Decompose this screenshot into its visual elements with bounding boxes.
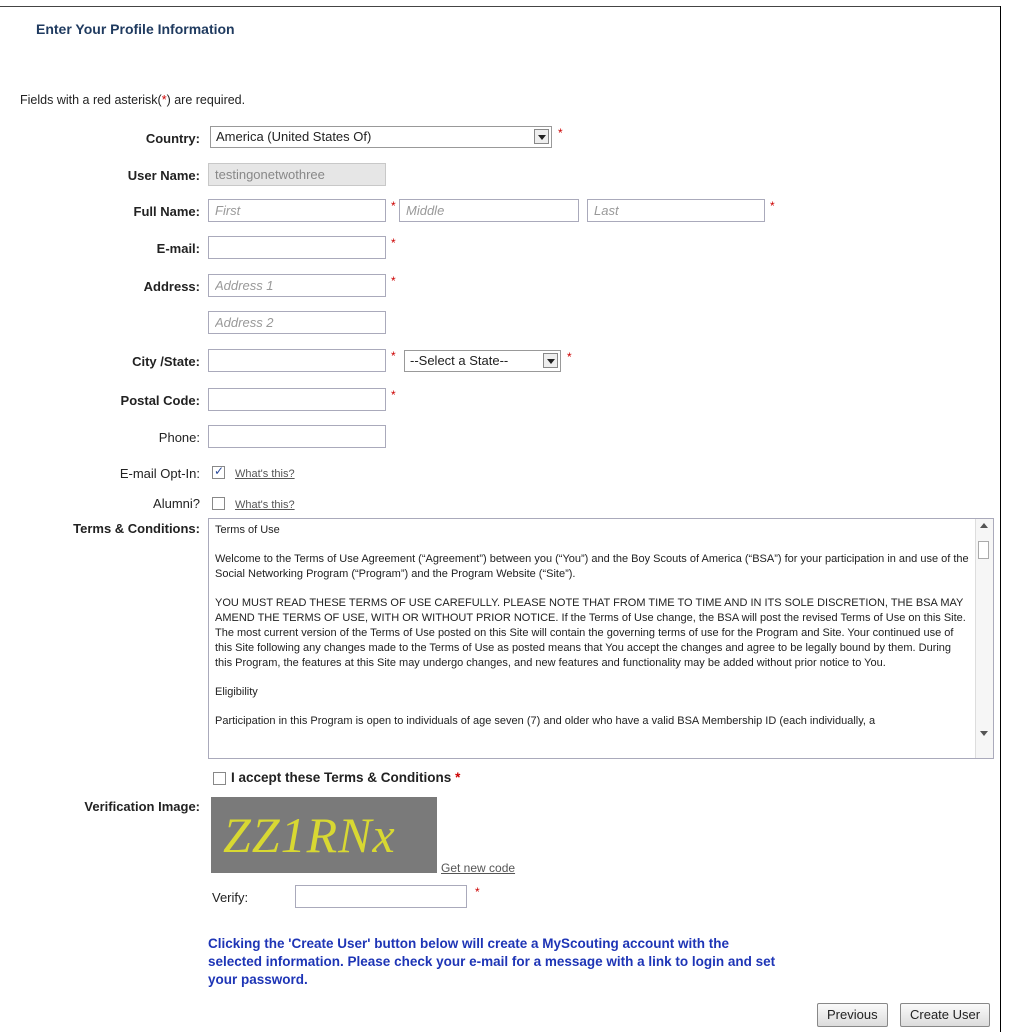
chevron-down-icon[interactable] <box>534 129 549 144</box>
create-user-message: Clicking the 'Create User' button below … <box>208 936 776 987</box>
required-star: * <box>455 770 461 785</box>
required-star: * <box>770 199 775 213</box>
email-label: E-mail: <box>156 241 200 256</box>
verification-label: Verification Image: <box>84 799 200 814</box>
required-note: Fields with a red asterisk(*) are requir… <box>20 93 245 107</box>
alumni-whats-this-link[interactable]: What's this? <box>235 499 295 511</box>
state-select[interactable]: --Select a State-- <box>404 350 561 372</box>
required-star: * <box>558 126 563 140</box>
scroll-down-icon[interactable] <box>980 731 988 736</box>
verify-label: Verify: <box>212 890 249 905</box>
country-select[interactable]: America (United States Of) <box>210 126 552 148</box>
page-title: Enter Your Profile Information <box>36 21 235 37</box>
postal-code-field[interactable] <box>208 388 386 411</box>
terms-label: Terms & Conditions: <box>73 521 200 536</box>
terms-paragraph: YOU MUST READ THESE TERMS OF USE CAREFUL… <box>215 597 966 669</box>
state-select-value: --Select a State-- <box>410 353 509 368</box>
city-field[interactable] <box>208 349 386 372</box>
required-star: * <box>567 350 572 364</box>
terms-paragraph: Welcome to the Terms of Use Agreement (“… <box>215 553 969 580</box>
city-state-label-text: City /State: <box>132 354 200 369</box>
create-user-button[interactable]: Create User <box>900 1003 991 1027</box>
alumni-label: Alumni? <box>153 496 200 511</box>
required-note-before: Fields with a red asterisk( <box>20 93 162 107</box>
required-star: * <box>391 199 396 213</box>
terms-paragraph: Participation in this Program is open to… <box>215 715 876 727</box>
required-star: * <box>391 349 396 363</box>
address1-field[interactable] <box>208 274 386 297</box>
terms-paragraph: Terms of Use <box>215 524 280 536</box>
get-new-code-link[interactable]: Get new code <box>441 861 515 875</box>
scroll-thumb[interactable] <box>978 541 989 559</box>
phone-field[interactable] <box>208 425 386 448</box>
accept-terms-text: I accept these Terms & Conditions <box>231 770 452 785</box>
verify-field[interactable] <box>295 885 467 908</box>
required-star: * <box>391 236 396 250</box>
username-label: User Name: <box>127 168 200 183</box>
accept-terms-label[interactable]: I accept these Terms & Conditions * <box>231 770 460 785</box>
terms-paragraph: Eligibility <box>215 686 258 698</box>
postal-label: Postal Code: <box>120 393 200 408</box>
captcha-image: ZZ1RNx <box>211 797 437 873</box>
required-star: * <box>391 274 396 288</box>
terms-text: Terms of Use Welcome to the Terms of Use… <box>215 523 970 743</box>
first-name-field[interactable] <box>208 199 386 222</box>
phone-label: Phone: <box>158 430 200 445</box>
country-select-value: America (United States Of) <box>216 129 372 144</box>
city-state-label: City /State: <box>0 354 200 369</box>
fullname-label: Full Name: <box>133 204 200 219</box>
last-name-field[interactable] <box>587 199 765 222</box>
address-label: Address: <box>143 279 200 294</box>
required-note-after: ) are required. <box>166 93 246 107</box>
required-star: * <box>475 885 480 899</box>
address2-field[interactable] <box>208 311 386 334</box>
terms-textarea[interactable]: Terms of Use Welcome to the Terms of Use… <box>208 518 994 759</box>
optin-label: E-mail Opt-In: <box>119 466 200 481</box>
middle-name-field[interactable] <box>399 199 579 222</box>
alumni-checkbox[interactable] <box>212 497 225 510</box>
chevron-down-icon[interactable] <box>543 353 558 368</box>
terms-scrollbar[interactable] <box>975 519 993 758</box>
previous-button[interactable]: Previous <box>817 1003 888 1027</box>
username-field <box>208 163 386 186</box>
accept-terms-checkbox[interactable] <box>213 772 226 785</box>
optin-checkbox[interactable] <box>212 464 225 479</box>
email-field[interactable] <box>208 236 386 259</box>
country-label: Country: <box>145 131 200 146</box>
required-star: * <box>391 388 396 402</box>
scroll-up-icon[interactable] <box>980 523 988 528</box>
optin-whats-this-link[interactable]: What's this? <box>235 468 295 480</box>
